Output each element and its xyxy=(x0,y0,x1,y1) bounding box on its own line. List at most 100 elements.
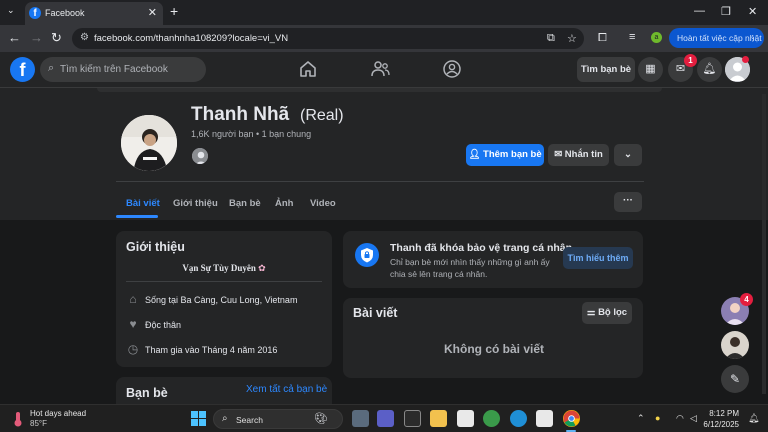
taskbar-search[interactable]: ⌕ Search 🎨︎ xyxy=(213,409,343,429)
intro-location-text[interactable]: Sống tại Ba Càng, Cuu Long, Vietnam xyxy=(145,295,297,305)
home-nav-icon[interactable] xyxy=(297,59,319,79)
facebook-search-input[interactable]: ⌕ Tìm kiếm trên Facebook xyxy=(40,57,206,82)
chrome-logo-icon xyxy=(563,410,580,427)
tab-about[interactable]: Giới thiệu xyxy=(173,198,218,209)
edge-icon[interactable] xyxy=(510,410,527,427)
teams-icon[interactable] xyxy=(377,410,394,427)
tray-app-icon[interactable]: ● xyxy=(655,413,660,423)
app-green-icon[interactable] xyxy=(483,410,500,427)
capcut-icon[interactable] xyxy=(536,410,553,427)
mutual-friend-icon xyxy=(192,148,208,164)
url-text[interactable]: facebook.com/thanhnha108209?locale=vi_VN xyxy=(94,33,288,44)
profile-picture[interactable] xyxy=(119,113,179,173)
locked-profile-card: Thanh đã khóa bảo vệ trang cá nhân Chỉ b… xyxy=(343,231,643,288)
volume-icon[interactable]: ◁ xyxy=(690,413,697,424)
weather-temp[interactable]: 85°F xyxy=(30,419,47,428)
cast-icon[interactable]: ⧉ xyxy=(547,32,555,45)
message-label: Nhắn tin xyxy=(564,149,603,160)
account-alert-dot xyxy=(742,56,749,63)
notifications-bell-icon[interactable]: 🔔︎ xyxy=(697,57,722,82)
search-highlight-icon: 🎨︎ xyxy=(314,413,328,425)
weather-title[interactable]: Hot days ahead xyxy=(30,409,86,418)
profile-header: Thanh Nhã (Real) 1,6K người bạn • 1 bạn … xyxy=(0,88,768,220)
new-message-button[interactable]: ✎ xyxy=(721,365,749,393)
wifi-icon[interactable]: ◠ xyxy=(676,413,684,424)
add-friend-button[interactable]: 👤︎ Thêm bạn bè xyxy=(466,144,544,166)
reload-icon[interactable]: ↻ xyxy=(51,30,62,46)
page-scrollbar[interactable] xyxy=(762,94,766,394)
intro-divider xyxy=(126,281,322,282)
bookmark-star-icon[interactable]: ☆ xyxy=(567,32,577,45)
thermometer-icon[interactable] xyxy=(10,411,26,427)
notification-center-icon[interactable]: 🔔︎ xyxy=(748,413,759,424)
filter-button[interactable]: ⚌ Bộ lọc xyxy=(582,302,632,324)
media-icon[interactable]: ≡ xyxy=(629,31,635,43)
tab-videos[interactable]: Video xyxy=(310,198,336,209)
intro-card: Giới thiệu Vạn Sự Tùy Duyên ✿ ⌂ Sống tại… xyxy=(116,231,332,367)
profile-nickname: (Real) xyxy=(300,107,344,124)
header-divider xyxy=(116,181,644,182)
heart-icon: ♥ xyxy=(129,317,137,331)
task-view-icon[interactable] xyxy=(352,410,369,427)
mutual-friend-avatar[interactable] xyxy=(191,147,209,165)
new-tab-icon[interactable]: + xyxy=(170,3,178,19)
profile-more-button[interactable]: ··· xyxy=(614,192,642,212)
cover-photo xyxy=(97,88,662,92)
profile-avatar-icon[interactable]: a xyxy=(651,32,662,43)
browser-tab-bar: ⌄ f Facebook ✕ + — ❐ ✕ xyxy=(0,0,768,25)
intro-bio: Vạn Sự Tùy Duyên ✿ xyxy=(116,263,332,274)
learn-more-button[interactable]: Tìm hiểu thêm xyxy=(563,247,633,269)
window-close-icon[interactable]: ✕ xyxy=(748,5,757,18)
browser-tab[interactable]: f Facebook ✕ xyxy=(25,2,163,25)
facebook-favicon-icon: f xyxy=(29,7,41,19)
taskbar-search-label: Search xyxy=(236,415,263,425)
kebab-menu-icon[interactable]: ⋮ xyxy=(749,28,758,48)
intro-joined-text: Tham gia vào Tháng 4 năm 2016 xyxy=(145,345,278,355)
friends-count[interactable]: 1,6K người bạn • 1 bạn chung xyxy=(191,129,311,139)
facebook-logo-icon[interactable]: f xyxy=(10,57,35,82)
messenger-small-icon: ✉ xyxy=(554,149,563,160)
chevron-down-icon: ⌄ xyxy=(624,149,632,160)
shield-lock-icon xyxy=(361,248,373,263)
messenger-badge: 1 xyxy=(684,54,697,67)
chat-head-avatar-icon xyxy=(721,331,749,359)
omnibox[interactable]: ⚙ facebook.com/thanhnha108209?locale=vi_… xyxy=(72,28,584,49)
posts-card: Bài viết ⚌ Bộ lọc Không có bài viết xyxy=(343,298,643,378)
restore-icon[interactable]: ❐ xyxy=(721,5,731,18)
site-info-icon[interactable]: ⚙ xyxy=(80,32,89,43)
message-button[interactable]: ✉ Nhắn tin xyxy=(548,144,609,166)
app-icon[interactable] xyxy=(404,410,421,427)
groups-nav-icon[interactable] xyxy=(441,59,463,79)
tab-title: Facebook xyxy=(45,8,85,18)
tab-search-icon[interactable]: ⌄ xyxy=(7,5,15,16)
forward-icon[interactable]: → xyxy=(30,30,43,45)
tab-friends[interactable]: Bạn bè xyxy=(229,198,261,209)
search-icon: ⌕ xyxy=(48,62,55,74)
chat-head-2[interactable] xyxy=(721,331,749,359)
more-actions-button[interactable]: ⌄ xyxy=(614,144,642,166)
tray-overflow-icon[interactable]: ⌃ xyxy=(637,413,645,424)
minimize-icon[interactable]: — xyxy=(694,5,705,17)
menu-grid-icon[interactable]: ▦ xyxy=(638,57,663,82)
back-icon[interactable]: ← xyxy=(8,30,21,45)
tab-posts[interactable]: Bài viết xyxy=(126,198,160,209)
taskbar-date[interactable]: 6/12/2025 xyxy=(697,420,739,429)
see-all-friends-link[interactable]: Xem tất cả bạn bè xyxy=(246,384,327,395)
friends-nav-icon[interactable] xyxy=(369,59,391,79)
update-button[interactable]: Hoàn tất việc cập nhật ⋮ xyxy=(669,28,764,48)
intro-relationship-text: Độc thân xyxy=(145,320,182,330)
clock-icon: ◷ xyxy=(127,342,139,356)
find-friends-button[interactable]: Tìm bạn bè xyxy=(577,57,635,82)
file-explorer-icon[interactable] xyxy=(430,410,447,427)
tab-photos[interactable]: Ảnh xyxy=(275,198,293,209)
lock-badge xyxy=(355,243,379,267)
store-icon[interactable] xyxy=(457,410,474,427)
chrome-icon[interactable] xyxy=(563,410,580,427)
tab-close-icon[interactable]: ✕ xyxy=(148,6,157,19)
intro-bio-text: Vạn Sự Tùy Duyên xyxy=(182,263,256,273)
locked-description: Chỉ bạn bè mới nhìn thấy những gì anh ấy… xyxy=(390,257,550,279)
taskbar-time[interactable]: 8:12 PM xyxy=(703,409,739,418)
active-tab-indicator xyxy=(116,215,158,218)
extensions-icon[interactable]: ⧠ xyxy=(598,32,607,45)
windows-start-icon[interactable] xyxy=(190,410,207,427)
